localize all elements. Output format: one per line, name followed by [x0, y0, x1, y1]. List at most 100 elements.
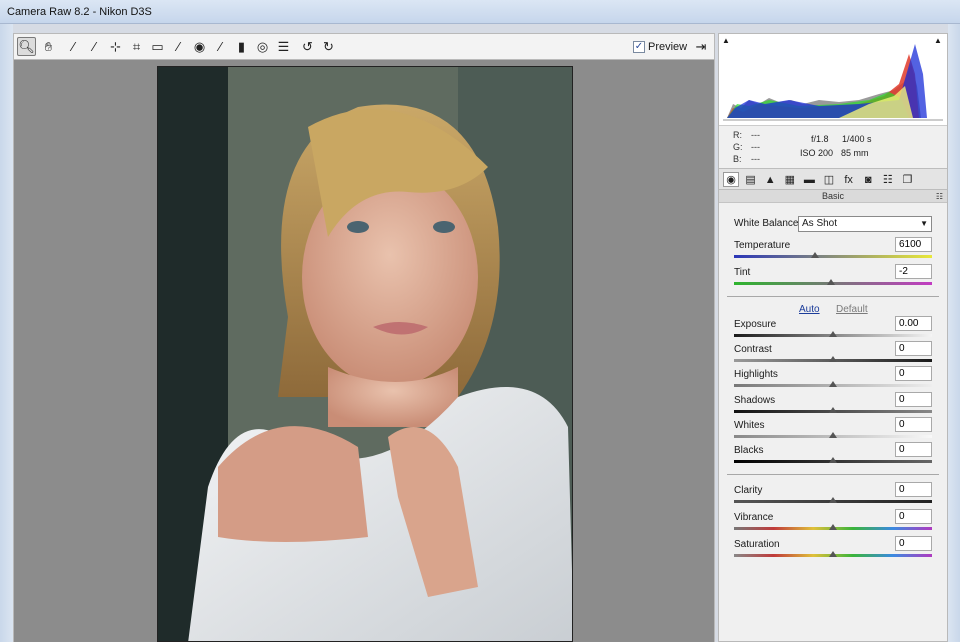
- focal-length-readout: 85 mm: [841, 148, 869, 158]
- blacks-label: Blacks: [734, 445, 764, 456]
- toolbar: ✓ Preview ⇥ 🔍︎ ✋︎ ⁄ ⁄ ⊹ ⌗ ▭ ⁄ ◉ ⁄ ▮ ◎ ☰ ↺ ↻: [13, 33, 715, 60]
- detail-icon: ▲: [764, 173, 776, 186]
- vibrance-field[interactable]: [895, 509, 932, 524]
- histogram: ▲ ▲: [719, 34, 947, 126]
- radial-filter-tool[interactable]: ◎: [253, 37, 272, 56]
- rotate-left-tool[interactable]: ↺: [298, 37, 317, 56]
- histogram-info: R: --- G: --- B: --- f/1.8 1/400 s ISO 2…: [719, 126, 947, 168]
- blacks-field[interactable]: [895, 442, 932, 457]
- white-balance-row: White Balance: As Shot ▼: [734, 216, 934, 232]
- rotate-right-icon: ↻: [323, 38, 334, 54]
- chevron-down-icon: ▼: [920, 219, 928, 228]
- tab-hsl[interactable]: ▦: [782, 172, 798, 187]
- shadows-slider-thumb[interactable]: [829, 407, 837, 413]
- vibrance-slider-thumb[interactable]: [829, 524, 837, 530]
- white-balance-select[interactable]: As Shot ▼: [798, 216, 932, 232]
- split-toning-icon: ▬: [803, 173, 815, 186]
- clarity-field[interactable]: [895, 482, 932, 497]
- histogram-graph-icon: [723, 44, 943, 121]
- shadow-clipping-warning-icon[interactable]: ▲: [722, 36, 732, 46]
- b-value: ---: [751, 154, 760, 164]
- adjustment-panel: ▲ ▲ R: --- G: --- B: --- f/1.8 1/400 s I…: [718, 33, 948, 642]
- highlight-clipping-warning-icon[interactable]: ▲: [934, 36, 944, 46]
- crop-tool[interactable]: ⌗: [127, 37, 146, 56]
- panel-tabs: ◉ ▤ ▲ ▦ ▬ ◫ fx ◙ ☷ ❐: [719, 168, 947, 190]
- preferences-tool[interactable]: ☰: [274, 37, 293, 56]
- auto-link[interactable]: Auto: [799, 304, 820, 315]
- saturation-field[interactable]: [895, 536, 932, 551]
- hsl-icon: ▦: [784, 174, 795, 186]
- temperature-slider-track[interactable]: [734, 255, 932, 258]
- fullscreen-button[interactable]: ⇥: [692, 38, 710, 55]
- graduated-filter-tool[interactable]: ▮: [232, 37, 251, 56]
- adjustment-brush-tool[interactable]: ⁄: [211, 37, 230, 56]
- photo-preview[interactable]: [157, 66, 573, 642]
- zoom-tool[interactable]: 🔍︎: [17, 37, 36, 56]
- rotate-right-tool[interactable]: ↻: [319, 37, 338, 56]
- section-menu-icon[interactable]: ☷: [936, 190, 943, 203]
- contrast-field[interactable]: [895, 341, 932, 356]
- tab-presets[interactable]: ☷: [880, 172, 896, 187]
- shutter-readout: 1/400 s: [842, 134, 872, 144]
- tab-effects[interactable]: fx: [841, 172, 857, 187]
- tab-basic[interactable]: ◉: [723, 172, 739, 187]
- image-canvas: [13, 60, 715, 642]
- highlights-field[interactable]: [895, 366, 932, 381]
- highlights-slider-thumb[interactable]: [829, 381, 837, 387]
- divider: [727, 474, 939, 475]
- window-title: Camera Raw 8.2 - Nikon D3S: [7, 6, 152, 18]
- whites-field[interactable]: [895, 417, 932, 432]
- spot-removal-tool[interactable]: ⁄: [169, 37, 188, 56]
- white-balance-tool[interactable]: ⁄: [64, 37, 83, 56]
- whites-label: Whites: [734, 420, 765, 431]
- clarity-slider-thumb[interactable]: [829, 497, 837, 503]
- tab-split-toning[interactable]: ▬: [801, 172, 817, 187]
- contrast-label: Contrast: [734, 344, 772, 355]
- red-eye-tool[interactable]: ◉: [190, 37, 209, 56]
- targeted-adjustment-tool[interactable]: ⊹: [106, 37, 125, 56]
- shadows-field[interactable]: [895, 392, 932, 407]
- exposure-field[interactable]: [895, 316, 932, 331]
- divider: [727, 296, 939, 297]
- tab-detail[interactable]: ▲: [762, 172, 778, 187]
- aperture-icon: ◉: [726, 174, 736, 186]
- preview-label: Preview: [648, 41, 688, 53]
- snapshots-icon: ❐: [902, 174, 913, 186]
- tab-lens-corrections[interactable]: ◫: [821, 172, 837, 187]
- whites-slider-thumb[interactable]: [829, 432, 837, 438]
- section-title: Basic ☷: [719, 190, 947, 203]
- camera-icon: ◙: [864, 173, 872, 186]
- eyedropper-icon: ⁄: [72, 39, 75, 54]
- default-link[interactable]: Default: [836, 304, 868, 315]
- list-icon: ☰: [277, 38, 290, 54]
- b-label: B:: [733, 154, 742, 164]
- tab-snapshots[interactable]: ❐: [899, 172, 915, 187]
- tab-camera-calibration[interactable]: ◙: [860, 172, 876, 187]
- preview-checkbox[interactable]: ✓: [633, 41, 645, 53]
- vibrance-label: Vibrance: [734, 512, 774, 523]
- rotate-left-icon: ↺: [302, 38, 313, 54]
- saturation-label: Saturation: [734, 539, 780, 550]
- temperature-field[interactable]: [895, 237, 932, 252]
- white-balance-value: As Shot: [802, 218, 838, 229]
- lens-icon: ◫: [823, 174, 835, 186]
- temperature-slider-thumb[interactable]: [811, 252, 820, 258]
- preview-toggle[interactable]: ✓ Preview: [633, 39, 687, 55]
- exposure-slider-thumb[interactable]: [829, 331, 837, 337]
- hand-tool[interactable]: ✋︎: [39, 37, 58, 56]
- color-sampler-tool[interactable]: ⁄: [85, 37, 104, 56]
- tab-tone-curve[interactable]: ▤: [743, 172, 759, 187]
- straighten-tool[interactable]: ▭: [148, 37, 167, 56]
- tint-field[interactable]: [895, 264, 932, 279]
- window-frame-left: [0, 24, 13, 642]
- highlights-label: Highlights: [734, 369, 778, 380]
- contrast-slider-thumb[interactable]: [829, 356, 837, 362]
- saturation-slider-thumb[interactable]: [829, 551, 837, 557]
- shadows-label: Shadows: [734, 395, 776, 406]
- brush-icon: ⁄: [219, 39, 222, 54]
- white-balance-label: White Balance:: [734, 218, 802, 229]
- tint-slider-thumb[interactable]: [827, 279, 836, 285]
- portrait-photo-icon: [158, 67, 572, 641]
- blacks-slider-thumb[interactable]: [829, 457, 837, 463]
- tone-curve-icon: ▤: [745, 174, 756, 186]
